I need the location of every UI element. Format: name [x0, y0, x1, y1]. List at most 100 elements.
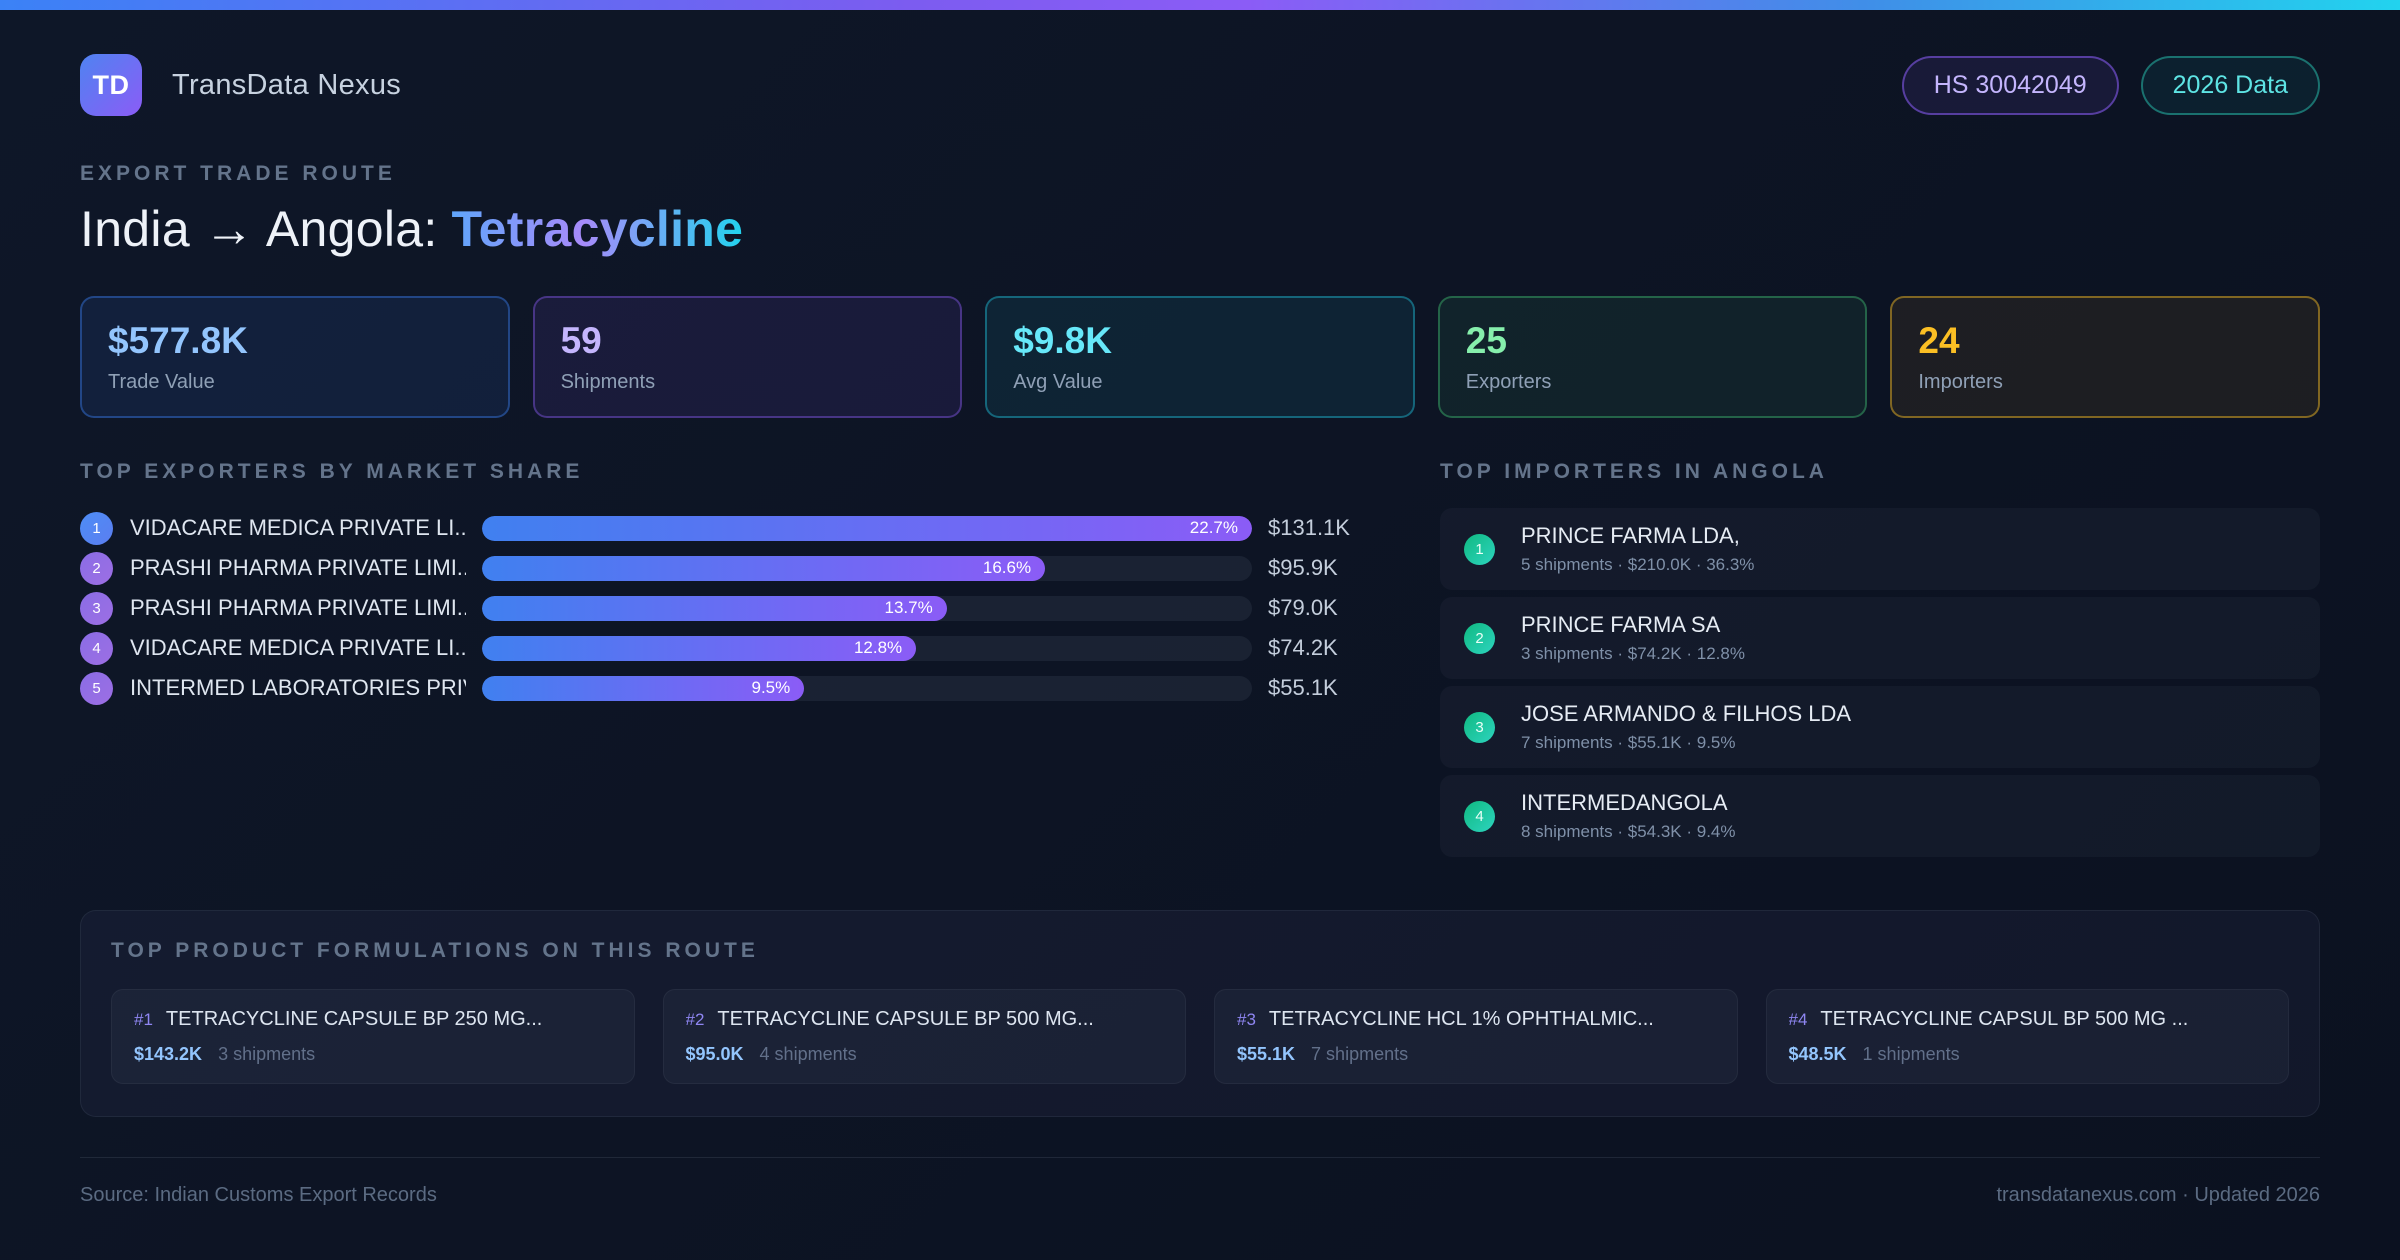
- stat-card-avg-value: $9.8K Avg Value: [985, 296, 1415, 418]
- formulation-rank: #4: [1788, 1010, 1808, 1029]
- formulation-shipments: 4 shipments: [759, 1044, 857, 1064]
- market-share-bar: 9.5%: [482, 675, 1252, 701]
- share-percent: 13.7%: [884, 598, 933, 617]
- stat-label: Trade Value: [108, 371, 215, 393]
- product-text: Tetracycline: [451, 201, 744, 257]
- stat-card-shipments: 59 Shipments: [532, 296, 963, 418]
- formulations-list: #1 TETRACYCLINE CAPSULE BP 250 MG... $14…: [111, 989, 2289, 1084]
- exporter-name: VIDACARE MEDICA PRIVATE LI...: [130, 635, 466, 660]
- formulation-shipments: 7 shipments: [1311, 1044, 1409, 1064]
- rank-badge: 1: [1464, 533, 1495, 565]
- rank-badge: 2: [80, 551, 113, 585]
- exporter-name: PRASHI PHARMA PRIVATE LIMI...: [130, 555, 466, 580]
- importer-row[interactable]: 2 PRINCE FARMA SA 3 shipments · $74.2K ·…: [1440, 597, 2320, 679]
- hs-code-badge[interactable]: HS 30042049: [1901, 55, 2119, 115]
- formulation-rank: #3: [1237, 1010, 1256, 1029]
- page: TD TransData Nexus HS 30042049 2026 Data…: [0, 54, 2400, 1207]
- formulation-card[interactable]: #2 TETRACYCLINE CAPSULE BP 500 MG... $95…: [662, 989, 1186, 1084]
- formulation-value: $48.5K: [1788, 1044, 1847, 1064]
- importer-row[interactable]: 1 PRINCE FARMA LDA, 5 shipments · $210.0…: [1440, 508, 2320, 590]
- share-percent: 12.8%: [853, 638, 903, 657]
- rank-badge: 2: [1464, 622, 1495, 654]
- formulation-name: TETRACYCLINE CAPSULE BP 250 MG...: [165, 1008, 543, 1030]
- importer-name: INTERMEDANGOLA: [1521, 790, 1728, 815]
- stat-cards: $577.8K Trade Value 59 Shipments $9.8K A…: [80, 296, 2320, 418]
- exporters-section: TOP EXPORTERS BY MARKET SHARE 1 VIDACARE…: [80, 460, 1380, 864]
- exporters-list: 1 VIDACARE MEDICA PRIVATE LI... 22.7% $1…: [80, 508, 1380, 708]
- rank-badge: 1: [80, 511, 113, 545]
- stat-label: Exporters: [1465, 371, 1552, 393]
- formulation-card[interactable]: #4 TETRACYCLINE CAPSUL BP 500 MG ... $48…: [1765, 989, 2289, 1084]
- share-percent: 9.5%: [751, 678, 791, 697]
- market-share-bar: 13.7%: [482, 595, 1252, 621]
- share-percent: 16.6%: [982, 558, 1032, 577]
- stat-value: 59: [560, 320, 602, 361]
- importer-detail: 8 shipments · $54.3K · 9.4%: [1521, 822, 1736, 841]
- share-percent: 22.7%: [1189, 518, 1238, 537]
- market-share-bar: 22.7%: [482, 515, 1252, 541]
- formulation-value: $95.0K: [685, 1044, 744, 1064]
- exporters-heading: TOP EXPORTERS BY MARKET SHARE: [80, 460, 584, 483]
- formulation-shipments: 1 shipments: [1862, 1044, 1960, 1064]
- stat-card-importers: 24 Importers: [1890, 296, 2320, 418]
- importers-list: 1 PRINCE FARMA LDA, 5 shipments · $210.0…: [1440, 508, 2320, 857]
- importer-name: PRINCE FARMA SA: [1521, 612, 1721, 637]
- top-accent-bar: [0, 0, 2400, 10]
- formulation-shipments: 3 shipments: [218, 1044, 316, 1064]
- formulation-name: TETRACYCLINE CAPSUL BP 500 MG ...: [1820, 1008, 2189, 1030]
- exporter-row[interactable]: 5 INTERMED LABORATORIES PRIV... 9.5% $55…: [80, 668, 1380, 708]
- stat-label: Avg Value: [1013, 371, 1103, 393]
- page-title: India → Angola: Tetracycline: [80, 200, 2320, 258]
- importer-detail: 5 shipments · $210.0K · 36.3%: [1521, 555, 1755, 574]
- rank-badge: 3: [1464, 711, 1495, 743]
- formulation-name: TETRACYCLINE HCL 1% OPHTHALMIC...: [1268, 1008, 1654, 1030]
- stat-value: $9.8K: [1013, 320, 1112, 361]
- exporter-value: $95.9K: [1268, 555, 1338, 580]
- formulation-value: $55.1K: [1237, 1044, 1296, 1064]
- stat-card-trade-value: $577.8K Trade Value: [80, 296, 510, 418]
- rank-badge: 5: [80, 671, 113, 705]
- header: TD TransData Nexus HS 30042049 2026 Data: [80, 54, 2320, 116]
- formulation-value: $143.2K: [134, 1044, 203, 1064]
- stat-label: Importers: [1918, 371, 2003, 393]
- source-note: Source: Indian Customs Export Records: [80, 1184, 437, 1206]
- app-name: TransData Nexus: [172, 68, 402, 101]
- importers-heading: TOP IMPORTERS IN ANGOLA: [1440, 460, 1828, 483]
- exporter-value: $74.2K: [1268, 635, 1338, 660]
- market-share-bar: 16.6%: [482, 555, 1252, 581]
- exporter-row[interactable]: 3 PRASHI PHARMA PRIVATE LIMI... 13.7% $7…: [80, 588, 1380, 628]
- importers-section: TOP IMPORTERS IN ANGOLA 1 PRINCE FARMA L…: [1440, 460, 2320, 864]
- importer-row[interactable]: 3 JOSE ARMANDO & FILHOS LDA 7 shipments …: [1440, 686, 2320, 768]
- importer-row[interactable]: 4 INTERMEDANGOLA 8 shipments · $54.3K · …: [1440, 775, 2320, 857]
- exporter-row[interactable]: 1 VIDACARE MEDICA PRIVATE LI... 22.7% $1…: [80, 508, 1380, 548]
- formulation-name: TETRACYCLINE CAPSULE BP 500 MG...: [717, 1008, 1094, 1030]
- stat-value: $577.8K: [108, 320, 248, 361]
- stat-card-exporters: 25 Exporters: [1437, 296, 1868, 418]
- market-share-bar: 12.8%: [482, 635, 1252, 661]
- rank-badge: 4: [80, 631, 113, 665]
- exporter-row[interactable]: 4 VIDACARE MEDICA PRIVATE LI... 12.8% $7…: [80, 628, 1380, 668]
- exporter-name: INTERMED LABORATORIES PRIV...: [130, 675, 466, 700]
- eyebrow-label: EXPORT TRADE ROUTE: [80, 162, 396, 185]
- footer: Source: Indian Customs Export Records tr…: [80, 1184, 2320, 1207]
- formulation-rank: #2: [685, 1010, 705, 1029]
- importer-detail: 7 shipments · $55.1K · 9.5%: [1521, 733, 1736, 752]
- exporter-name: PRASHI PHARMA PRIVATE LIMI...: [130, 595, 466, 620]
- stat-label: Shipments: [560, 371, 656, 393]
- rank-badge: 4: [1464, 800, 1495, 832]
- app-logo[interactable]: TD: [80, 54, 142, 116]
- site-note: transdatanexus.com · Updated 2026: [1996, 1184, 2320, 1206]
- formulations-section: TOP PRODUCT FORMULATIONS ON THIS ROUTE #…: [80, 910, 2320, 1117]
- exporter-value: $55.1K: [1268, 675, 1338, 700]
- exporter-name: VIDACARE MEDICA PRIVATE LI...: [130, 515, 466, 540]
- route-text: India → Angola:: [80, 201, 438, 257]
- exporter-value: $79.0K: [1268, 595, 1338, 620]
- formulation-card[interactable]: #3 TETRACYCLINE HCL 1% OPHTHALMIC... $55…: [1214, 989, 1738, 1084]
- year-data-badge[interactable]: 2026 Data: [2140, 55, 2320, 115]
- formulation-rank: #1: [134, 1010, 153, 1029]
- exporter-row[interactable]: 2 PRASHI PHARMA PRIVATE LIMI... 16.6% $9…: [80, 548, 1380, 588]
- footer-divider: [80, 1157, 2320, 1158]
- formulation-card[interactable]: #1 TETRACYCLINE CAPSULE BP 250 MG... $14…: [111, 989, 635, 1084]
- exporter-value: $131.1K: [1268, 515, 1350, 540]
- importer-name: PRINCE FARMA LDA,: [1521, 523, 1740, 548]
